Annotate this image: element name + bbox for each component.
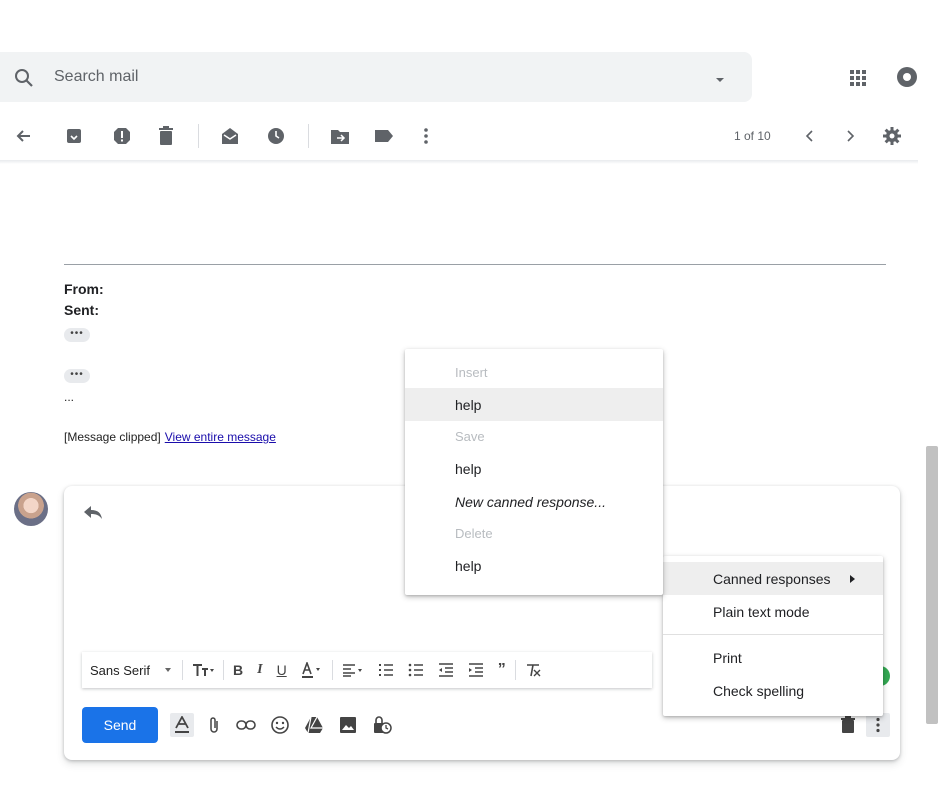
settings-gear-icon[interactable] (880, 124, 904, 148)
view-entire-message-link[interactable]: View entire message (165, 430, 276, 444)
text-color-icon[interactable] (301, 662, 323, 678)
search-input[interactable]: Search mail (54, 68, 138, 86)
reply-type-icon[interactable] (82, 502, 104, 522)
from-label: From: (64, 281, 104, 297)
menu-item-insert-help[interactable]: help (405, 388, 663, 421)
menu-item-save-help[interactable]: help (405, 452, 663, 485)
toolbar-divider (514, 660, 516, 680)
search-icon[interactable] (12, 66, 36, 90)
menu-item-canned-responses[interactable]: Canned responses (663, 562, 883, 595)
indent-less-icon[interactable] (438, 663, 454, 677)
insert-emoji-icon[interactable] (268, 713, 292, 737)
show-trimmed-content-button[interactable]: ••• (64, 328, 90, 342)
google-drive-icon[interactable] (302, 713, 326, 737)
more-options-icon[interactable] (414, 124, 438, 148)
apps-grid-icon[interactable] (846, 66, 870, 90)
more-compose-options-icon[interactable] (866, 713, 890, 737)
move-to-icon[interactable] (328, 124, 352, 148)
insert-photo-icon[interactable] (336, 713, 360, 737)
underline-icon[interactable]: U (277, 662, 287, 678)
menu-item-label: Canned responses (713, 570, 831, 587)
save-section-header: Save (455, 429, 485, 444)
message-ellipsis: ... (64, 390, 75, 404)
avatar[interactable] (14, 492, 48, 526)
message-clipped-notice: [Message clipped] View entire message (64, 430, 276, 444)
submenu-arrow-icon (850, 575, 855, 583)
older-chevron-icon[interactable] (838, 124, 862, 148)
menu-item-check-spelling[interactable]: Check spelling (663, 674, 883, 707)
toolbar-divider (198, 124, 199, 148)
sent-label: Sent: (64, 302, 99, 318)
pagination-count: 1 of 10 (734, 129, 771, 143)
text-size-icon[interactable] (192, 663, 214, 677)
indent-more-icon[interactable] (468, 663, 484, 677)
more-options-menu: Canned responses Plain text mode Print C… (663, 556, 883, 716)
label-icon[interactable] (372, 124, 396, 148)
numbered-list-icon[interactable] (378, 663, 394, 677)
bold-icon[interactable]: B (233, 662, 243, 678)
bulleted-list-icon[interactable] (408, 663, 424, 677)
search-options-icon[interactable] (710, 70, 730, 90)
quote-icon[interactable]: ” (498, 661, 506, 679)
toolbar-shadow (0, 160, 918, 164)
mark-unread-icon[interactable] (218, 124, 242, 148)
report-spam-icon[interactable] (110, 124, 134, 148)
delete-icon[interactable] (154, 124, 178, 148)
newer-chevron-icon[interactable] (798, 124, 822, 148)
menu-item-print[interactable]: Print (663, 641, 883, 674)
scrollbar-thumb[interactable] (926, 446, 938, 724)
font-select[interactable]: Sans Serif (90, 663, 150, 678)
snooze-icon[interactable] (264, 124, 288, 148)
toolbar-divider (181, 660, 183, 680)
canned-responses-submenu: Insert help Save help New canned respons… (405, 349, 663, 595)
confidential-mode-icon[interactable] (370, 713, 394, 737)
menu-item-delete-help[interactable]: help (405, 549, 663, 582)
send-button[interactable]: Send (82, 707, 158, 743)
toolbar-divider (222, 660, 224, 680)
notifications-icon[interactable] (894, 64, 920, 90)
toolbar-divider (331, 660, 333, 680)
italic-icon[interactable]: I (257, 662, 262, 678)
quote-divider (64, 264, 886, 265)
delete-section-header: Delete (455, 526, 493, 541)
align-icon[interactable] (342, 663, 364, 677)
formatting-options-icon[interactable] (170, 713, 194, 737)
font-dropdown-icon[interactable] (163, 665, 173, 675)
attach-file-icon[interactable] (202, 713, 226, 737)
menu-item-new-canned-response[interactable]: New canned response... (405, 485, 663, 518)
archive-icon[interactable] (62, 124, 86, 148)
discard-draft-icon[interactable] (836, 713, 860, 737)
insert-section-header: Insert (455, 365, 488, 380)
remove-formatting-icon[interactable] (525, 663, 541, 677)
menu-divider (663, 634, 883, 635)
menu-item-plain-text-mode[interactable]: Plain text mode (663, 595, 883, 628)
back-arrow-icon[interactable] (12, 124, 36, 148)
clipped-text: [Message clipped] (64, 430, 161, 444)
show-trimmed-content-button[interactable]: ••• (64, 369, 90, 383)
insert-link-icon[interactable] (234, 713, 258, 737)
formatting-toolbar: Sans Serif B I U ” (82, 652, 652, 688)
toolbar-divider (308, 124, 309, 148)
